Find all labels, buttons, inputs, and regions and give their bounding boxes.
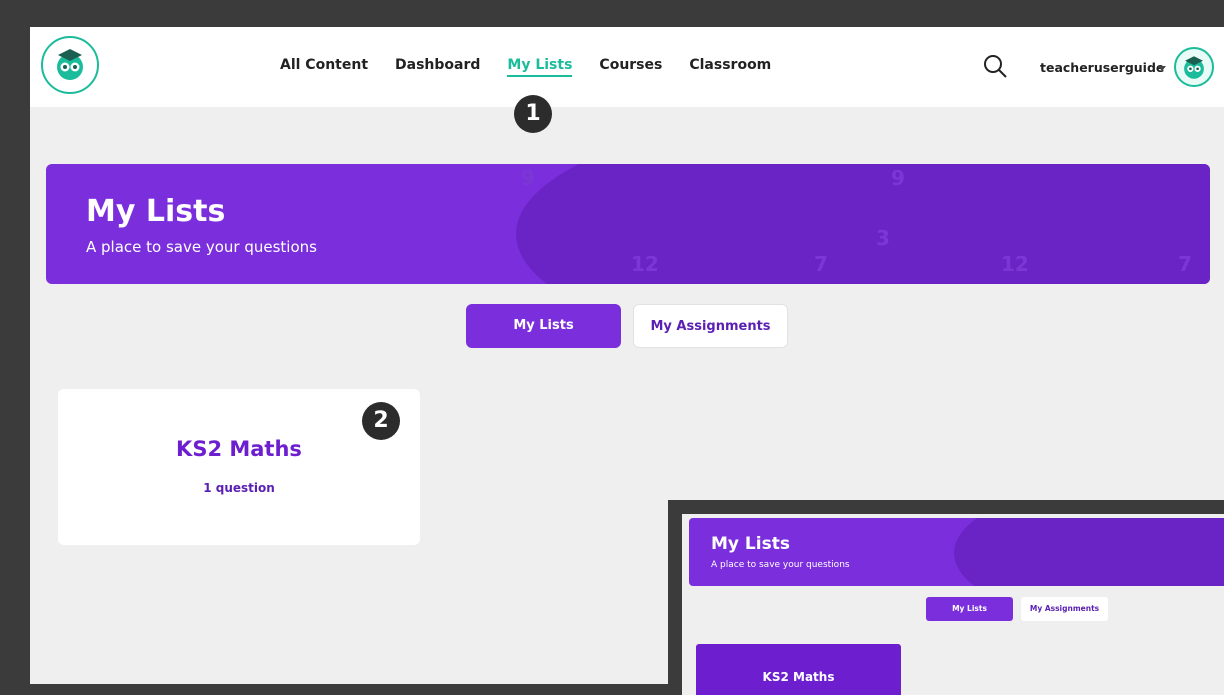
logo-owl-icon[interactable] bbox=[40, 35, 100, 95]
decor-number: 7 bbox=[814, 252, 828, 276]
decor-number: 3 bbox=[876, 226, 890, 250]
hero-pattern bbox=[516, 164, 1210, 284]
inset-page-title: My Lists bbox=[711, 534, 790, 554]
list-card-title: KS2 Maths bbox=[176, 437, 302, 461]
inset-page-subtitle: A place to save your questions bbox=[711, 560, 850, 570]
nav-dashboard[interactable]: Dashboard bbox=[395, 57, 480, 77]
nav-courses[interactable]: Courses bbox=[599, 57, 662, 77]
decor-number: 12 bbox=[1001, 252, 1029, 276]
inset-list-card-title: KS2 Maths bbox=[762, 670, 835, 684]
avatar[interactable] bbox=[1174, 47, 1214, 87]
top-navbar: All Content Dashboard My Lists Courses C… bbox=[30, 27, 1224, 107]
page-hero-banner: 9 3 12 7 9 12 7 My Lists A place to save… bbox=[46, 164, 1210, 284]
decor-number: 9 bbox=[891, 166, 905, 190]
page-subtitle: A place to save your questions bbox=[86, 238, 317, 256]
tab-my-lists[interactable]: My Lists bbox=[466, 304, 621, 348]
list-card-count: 1 question bbox=[203, 481, 275, 495]
nav-classroom[interactable]: Classroom bbox=[689, 57, 771, 77]
nav-my-lists[interactable]: My Lists bbox=[507, 57, 573, 77]
step-marker-2: 2 bbox=[362, 402, 400, 440]
inset-screenshot: My Lists A place to save your questions … bbox=[668, 500, 1224, 695]
tab-my-assignments[interactable]: My Assignments bbox=[633, 304, 788, 348]
inset-tab-my-lists[interactable]: My Lists bbox=[926, 597, 1013, 621]
decor-number: 7 bbox=[1178, 252, 1192, 276]
decor-number: 9 bbox=[521, 166, 535, 190]
step-marker-1: 1 bbox=[514, 95, 552, 133]
chevron-down-icon[interactable] bbox=[1158, 66, 1166, 71]
search-icon[interactable] bbox=[982, 53, 1008, 79]
inset-hero-pattern bbox=[954, 518, 1224, 586]
inset-hero-banner: My Lists A place to save your questions bbox=[689, 518, 1224, 586]
inset-list-card-hover[interactable]: KS2 Maths bbox=[696, 644, 901, 695]
list-card[interactable]: KS2 Maths 1 question 2 bbox=[58, 389, 420, 545]
inset-screen: My Lists A place to save your questions … bbox=[682, 514, 1224, 695]
nav-all-content[interactable]: All Content bbox=[280, 57, 368, 77]
main-nav: All Content Dashboard My Lists Courses C… bbox=[280, 57, 771, 77]
page-title: My Lists bbox=[86, 194, 226, 229]
decor-number: 12 bbox=[631, 252, 659, 276]
inset-tab-my-assignments[interactable]: My Assignments bbox=[1021, 597, 1108, 621]
user-menu-name[interactable]: teacheruserguide bbox=[1040, 60, 1164, 75]
